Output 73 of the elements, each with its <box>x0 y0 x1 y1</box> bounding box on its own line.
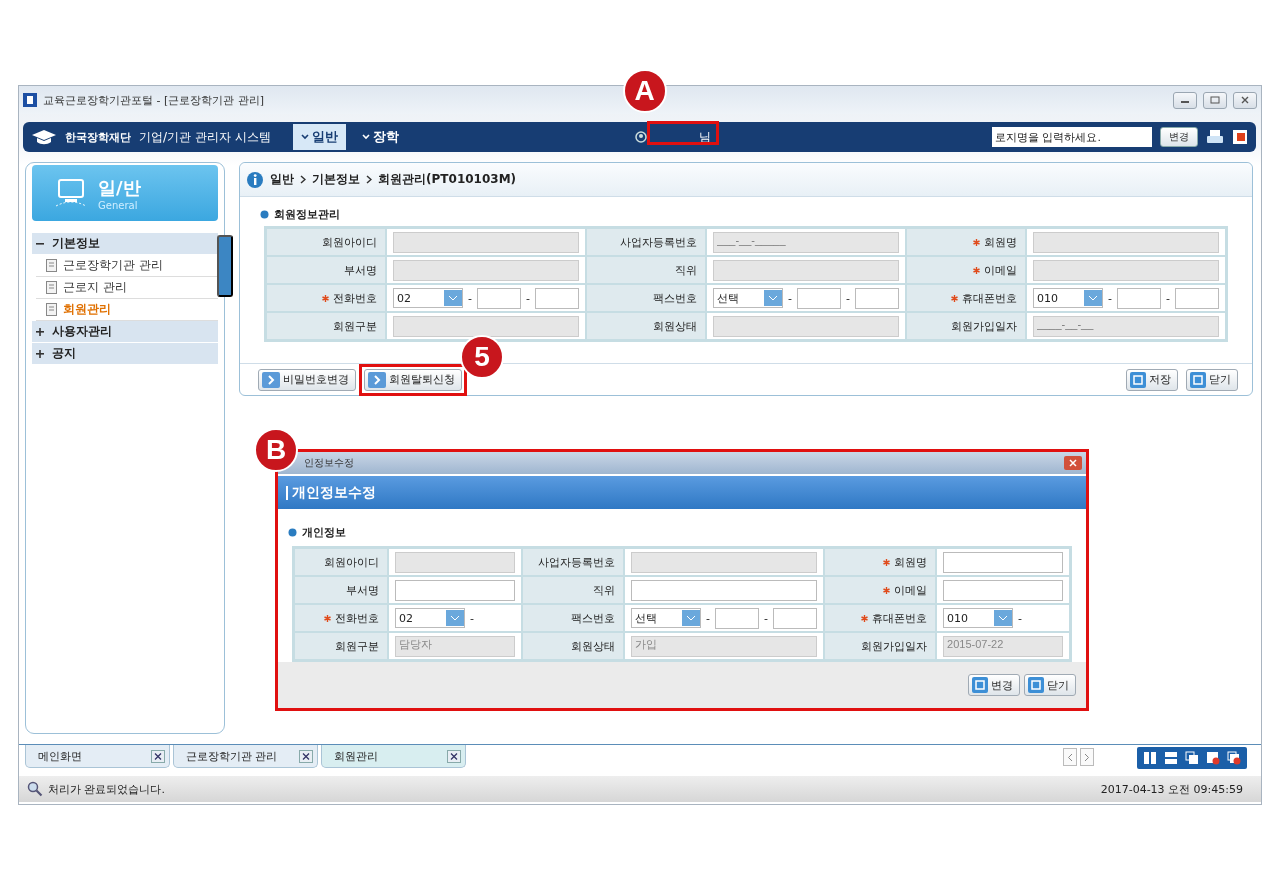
search-field[interactable]: 로지명을 입력하세요. <box>992 127 1152 147</box>
menu-tab[interactable]: 장학 <box>353 124 407 150</box>
separator-text: - <box>706 611 711 625</box>
field-label: 사업자등록번호 <box>620 234 698 250</box>
separator-text: - <box>788 291 793 305</box>
breadcrumb-item: 기본정보 <box>312 171 361 188</box>
dropdown[interactable]: 02 <box>393 288 464 308</box>
field-label: 회원아이디 <box>324 554 380 570</box>
field-label: 회원가입일자 <box>861 638 928 654</box>
window-tab[interactable]: 메인화면 <box>25 745 170 768</box>
dropdown[interactable]: 010 <box>1033 288 1104 308</box>
field-label: 회원상태 <box>571 638 616 654</box>
change-button[interactable]: 변경 <box>1160 127 1198 147</box>
separator-text: - <box>1108 291 1112 305</box>
field-label: 회원상태 <box>653 318 698 334</box>
window-tab[interactable]: 근로장학기관 관리 <box>173 745 318 768</box>
action-button[interactable]: 닫기 <box>1186 368 1238 391</box>
field-label: 이메일 <box>894 582 928 598</box>
sidebar-item[interactable]: 근로지 관리 <box>36 277 219 299</box>
field-label: 부서명 <box>346 582 380 598</box>
separator-text: - <box>764 611 769 625</box>
window-title: 교육근로장학기관포털 - [근로장학기관 관리] <box>43 92 265 108</box>
field-label: 전화번호 <box>335 610 380 626</box>
callout-badge: B <box>254 428 299 472</box>
sidebar-title: 일/반 <box>98 175 141 200</box>
section-title: 개인정보 <box>302 525 347 541</box>
field-label: 직위 <box>675 262 698 278</box>
breadcrumb-item: 회원관리(PT010103M) <box>378 171 517 188</box>
sidebar-group[interactable]: 기본정보 <box>32 233 219 255</box>
field-label: 팩스번호 <box>653 290 698 306</box>
field-label: 회원아이디 <box>322 234 378 250</box>
callout-badge: A <box>622 68 667 113</box>
dropdown[interactable]: 010 <box>943 608 1014 629</box>
action-button[interactable]: 닫기 <box>1024 674 1077 697</box>
field-label: 휴대폰번호 <box>962 290 1018 306</box>
separator-text: - <box>470 611 475 625</box>
field-label: 직위 <box>593 582 616 598</box>
dropdown[interactable]: 선택 <box>631 608 702 629</box>
separator-text: - <box>846 291 851 305</box>
dropdown[interactable]: 02 <box>395 608 466 629</box>
dialog-window-title: 인정보수정 <box>304 455 355 470</box>
menu-tab[interactable]: 일반 <box>292 124 346 150</box>
status-message: 처리가 완료되었습니다. <box>48 781 165 797</box>
sidebar-group[interactable]: 공지 <box>32 343 219 365</box>
field-label: 회원가입일자 <box>951 318 1018 334</box>
field-label: 이메일 <box>984 262 1018 278</box>
action-button[interactable]: 비밀번호변경 <box>258 368 357 391</box>
separator-text: - <box>468 291 473 305</box>
breadcrumb-item: 일반 <box>270 171 295 188</box>
separator-text: - <box>526 291 531 305</box>
sidebar-group[interactable]: 사용자관리 <box>32 321 219 343</box>
window-tab[interactable]: 회원관리 <box>321 745 466 768</box>
system-title: 기업/기관 관리자 시스템 <box>139 128 271 146</box>
action-button[interactable]: 회원탈퇴신청 <box>364 368 463 391</box>
section-title: 회원정보관리 <box>274 207 341 222</box>
field-label: 팩스번호 <box>571 610 616 626</box>
sidebar-subtitle: General <box>98 199 139 211</box>
field-label: 회원명 <box>894 554 928 570</box>
logo-text: 한국장학재단 <box>65 129 131 145</box>
field-label: 회원구분 <box>333 318 378 334</box>
dialog-title: 개인정보수정 <box>292 483 377 502</box>
action-button[interactable]: 저장 <box>1126 368 1178 391</box>
separator-text: - <box>1018 611 1023 625</box>
field-label: 회원명 <box>984 234 1018 250</box>
field-label: 부서명 <box>344 262 378 278</box>
dropdown[interactable]: 선택 <box>713 288 784 308</box>
field-label: 사업자등록번호 <box>538 554 616 570</box>
status-datetime: 2017-04-13 오전 09:45:59 <box>1100 781 1243 797</box>
field-label: 회원구분 <box>335 638 380 654</box>
action-button[interactable]: 변경 <box>968 674 1021 697</box>
field-label: 전화번호 <box>333 290 378 306</box>
field-label: 휴대폰번호 <box>872 610 928 626</box>
separator-text: - <box>1166 291 1170 305</box>
